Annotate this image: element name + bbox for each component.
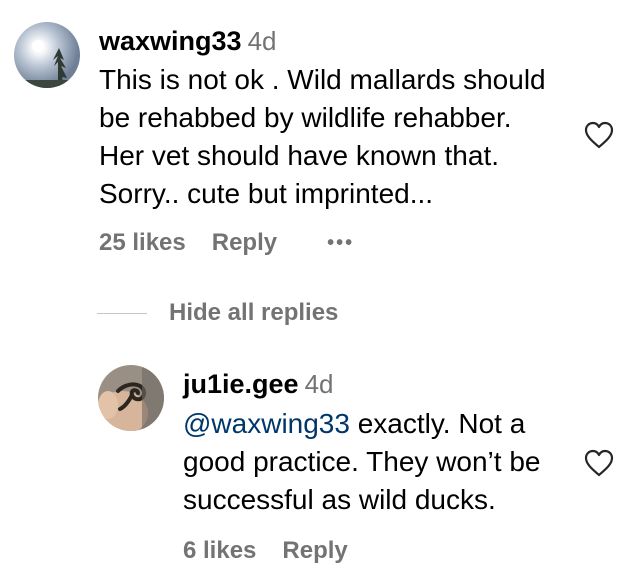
comment-line: Sorry.. cute but imprinted...: [99, 178, 434, 209]
avatar[interactable]: [14, 22, 80, 88]
reply-line: good practice. They won’t be: [183, 446, 541, 477]
reply-username[interactable]: ju1ie.gee 4d: [183, 369, 333, 400]
reply-actions: 6 likes Reply: [183, 537, 348, 565]
username-text[interactable]: waxwing33: [99, 26, 242, 56]
likes-count[interactable]: 25 likes: [99, 229, 186, 257]
hide-replies-button[interactable]: Hide all replies: [97, 299, 338, 327]
reply-line-text: exactly. Not a: [349, 408, 526, 439]
heart-outline-icon[interactable]: [584, 449, 614, 477]
reply-text: @waxwing33 exactly. Not a good practice.…: [183, 405, 540, 519]
more-options-icon[interactable]: •••: [327, 232, 354, 255]
comment-text: This is not ok . Wild mallards should be…: [99, 61, 546, 213]
comment-line: This is not ok . Wild mallards should: [99, 64, 546, 95]
mention-link[interactable]: @waxwing33: [183, 408, 350, 439]
hide-replies-label[interactable]: Hide all replies: [169, 299, 338, 327]
comment-actions: 25 likes Reply •••: [99, 229, 354, 257]
reply-button[interactable]: Reply: [282, 537, 347, 565]
reply-timestamp: 4d: [304, 369, 334, 399]
comment-username[interactable]: waxwing33 4d: [99, 26, 276, 57]
comment-line: Her vet should have known that.: [99, 140, 500, 171]
reply-line: @waxwing33 exactly. Not a: [183, 405, 540, 443]
reply-button[interactable]: Reply: [212, 229, 277, 257]
comment-timestamp: 4d: [247, 26, 277, 56]
likes-count[interactable]: 6 likes: [183, 537, 256, 565]
divider-line: [97, 312, 147, 314]
username-text[interactable]: ju1ie.gee: [183, 369, 299, 399]
heart-outline-icon[interactable]: [584, 121, 614, 149]
reply-line: successful as wild ducks.: [183, 484, 496, 515]
comment-line: be rehabbed by wildlife rehabber.: [99, 102, 512, 133]
avatar[interactable]: [98, 365, 164, 431]
